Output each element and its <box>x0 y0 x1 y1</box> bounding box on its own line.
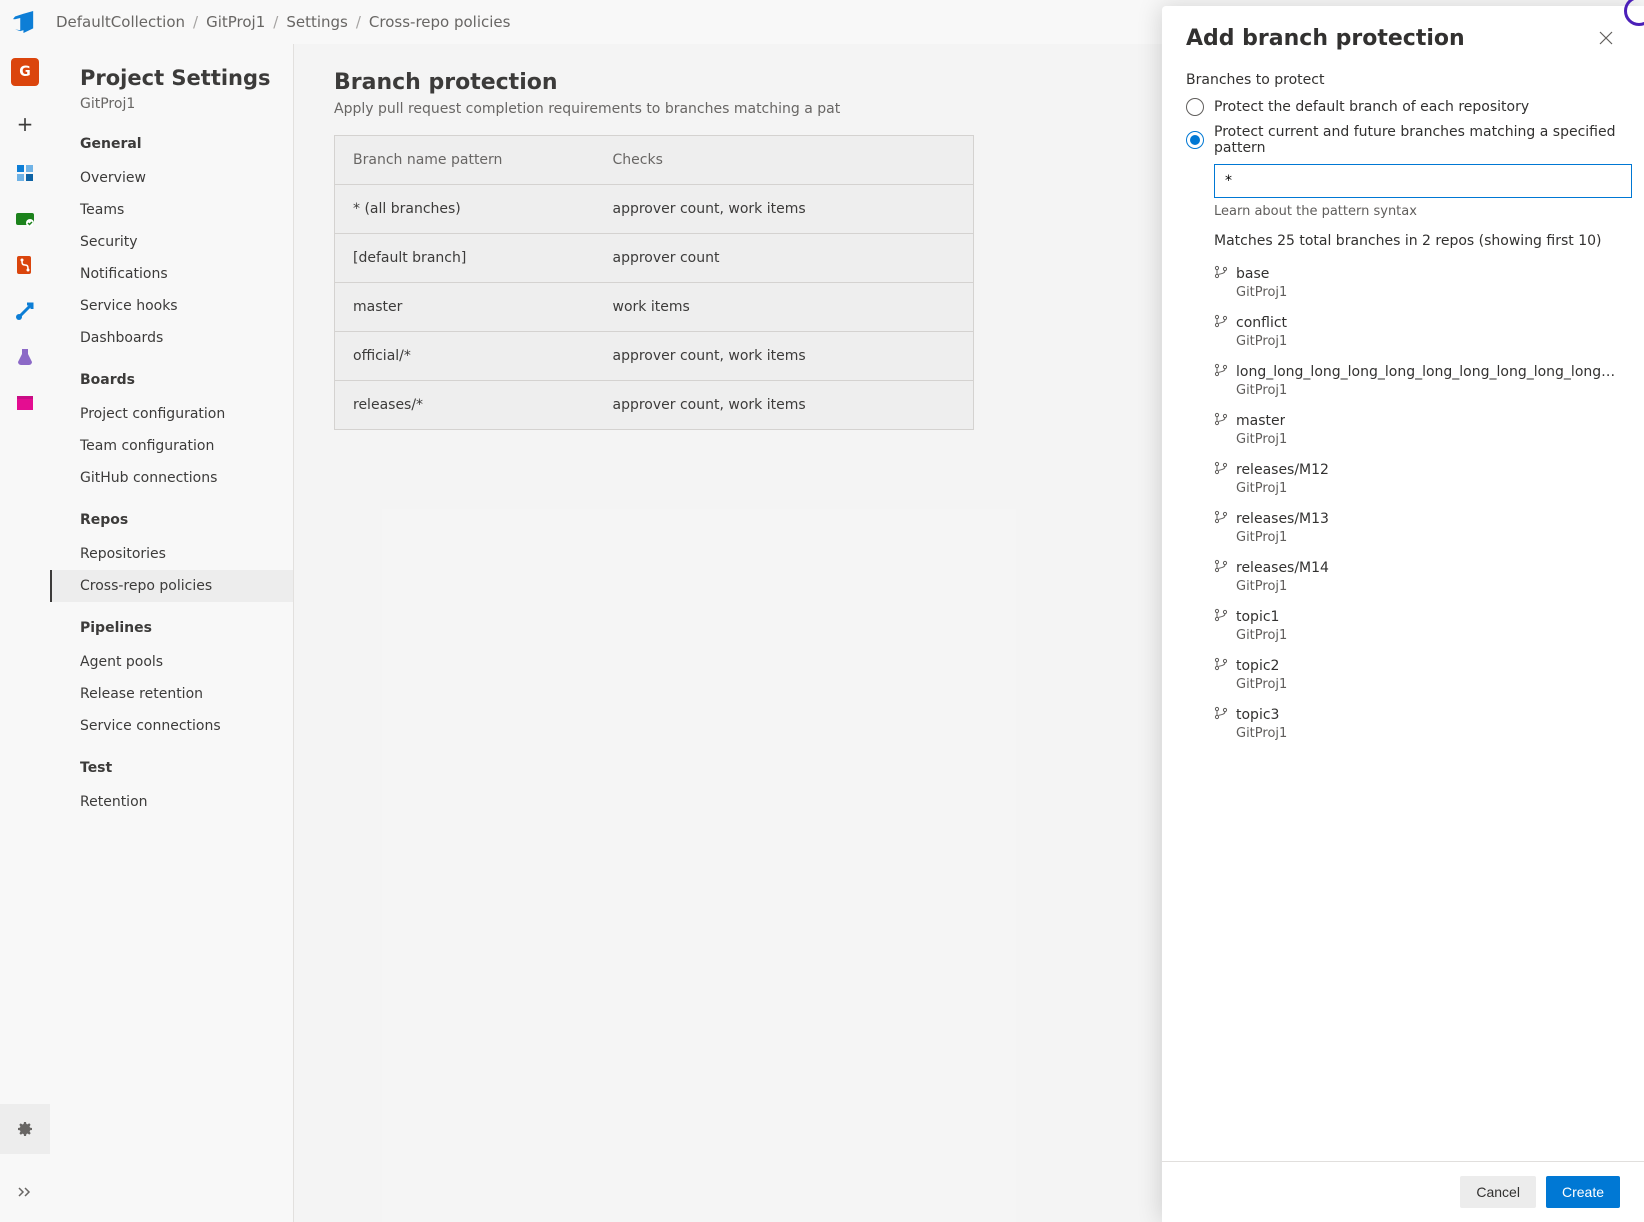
radio-protect-pattern[interactable]: Protect current and future branches matc… <box>1186 124 1620 156</box>
branch-name: conflict <box>1236 315 1287 331</box>
radio-label: Protect current and future branches matc… <box>1214 124 1620 156</box>
branch-repo: GitProj1 <box>1236 481 1620 496</box>
branch-icon <box>1214 265 1228 283</box>
branch-name: topic2 <box>1236 658 1279 674</box>
branch-repo: GitProj1 <box>1236 579 1620 594</box>
branch-repo: GitProj1 <box>1236 285 1620 300</box>
branch-icon <box>1214 314 1228 332</box>
radio-protect-default[interactable]: Protect the default branch of each repos… <box>1186 98 1620 116</box>
pattern-syntax-help-link[interactable]: Learn about the pattern syntax <box>1214 204 1620 219</box>
branch-match-item[interactable]: releases/M13 GitProj1 <box>1214 504 1620 553</box>
branch-repo: GitProj1 <box>1236 334 1620 349</box>
branch-pattern-input[interactable] <box>1214 164 1632 198</box>
branches-to-protect-label: Branches to protect <box>1186 72 1620 88</box>
branch-match-item[interactable]: long_long_long_long_long_long_long_long_… <box>1214 357 1620 406</box>
branch-icon <box>1214 559 1228 577</box>
branch-name: releases/M13 <box>1236 511 1329 527</box>
branch-match-item[interactable]: master GitProj1 <box>1214 406 1620 455</box>
branch-name: master <box>1236 413 1285 429</box>
close-button[interactable] <box>1592 24 1620 52</box>
radio-icon <box>1186 98 1204 116</box>
branch-icon <box>1214 657 1228 675</box>
branch-match-item[interactable]: topic1 GitProj1 <box>1214 602 1620 651</box>
branch-repo: GitProj1 <box>1236 383 1620 398</box>
branch-name: topic3 <box>1236 707 1279 723</box>
branch-repo: GitProj1 <box>1236 530 1620 545</box>
branch-match-item[interactable]: topic2 GitProj1 <box>1214 651 1620 700</box>
branch-name: topic1 <box>1236 609 1279 625</box>
radio-label: Protect the default branch of each repos… <box>1214 99 1529 115</box>
branch-icon <box>1214 363 1228 381</box>
branch-icon <box>1214 510 1228 528</box>
branch-icon <box>1214 461 1228 479</box>
branch-name: long_long_long_long_long_long_long_long_… <box>1236 364 1616 380</box>
branch-match-item[interactable]: base GitProj1 <box>1214 259 1620 308</box>
branch-icon <box>1214 412 1228 430</box>
close-icon <box>1599 31 1613 45</box>
cancel-button[interactable]: Cancel <box>1460 1176 1536 1208</box>
panel-title: Add branch protection <box>1186 26 1465 51</box>
branch-match-item[interactable]: topic3 GitProj1 <box>1214 700 1620 749</box>
create-button[interactable]: Create <box>1546 1176 1620 1208</box>
branch-repo: GitProj1 <box>1236 432 1620 447</box>
branch-repo: GitProj1 <box>1236 628 1620 643</box>
branch-name: releases/M12 <box>1236 462 1329 478</box>
branch-match-item[interactable]: releases/M14 GitProj1 <box>1214 553 1620 602</box>
branch-name: releases/M14 <box>1236 560 1329 576</box>
branch-name: base <box>1236 266 1269 282</box>
branch-repo: GitProj1 <box>1236 726 1620 741</box>
radio-icon <box>1186 131 1204 149</box>
branch-icon <box>1214 608 1228 626</box>
branch-icon <box>1214 706 1228 724</box>
branch-match-item[interactable]: conflict GitProj1 <box>1214 308 1620 357</box>
branch-match-item[interactable]: releases/M12 GitProj1 <box>1214 455 1620 504</box>
matches-summary-label: Matches 25 total branches in 2 repos (sh… <box>1214 233 1620 249</box>
branch-repo: GitProj1 <box>1236 677 1620 692</box>
